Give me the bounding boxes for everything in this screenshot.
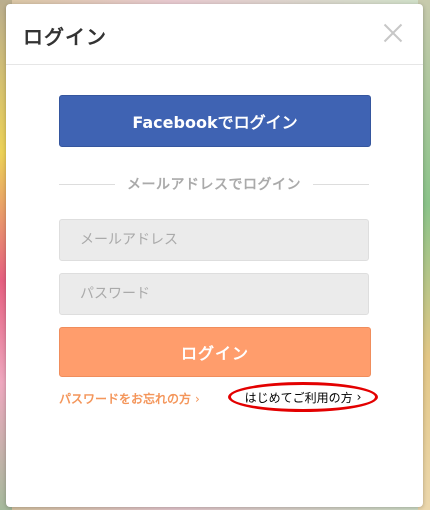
first-time-label: はじめてご利用の方 xyxy=(244,390,353,405)
chevron-right-icon: › xyxy=(195,392,200,406)
password-input[interactable] xyxy=(59,273,369,315)
divider-line-right xyxy=(313,183,369,185)
dialog-title: ログイン xyxy=(23,25,107,49)
forgot-password-label: パスワードをお忘れの方 xyxy=(59,392,192,406)
divider-line-left xyxy=(59,183,115,185)
email-input[interactable] xyxy=(59,219,369,261)
dialog-header: ログイン xyxy=(6,4,423,65)
divider-label: メールアドレスでログイン xyxy=(127,177,301,193)
first-time-user-link[interactable]: はじめてご利用の方 › xyxy=(228,382,378,412)
email-login-divider: メールアドレスでログイン xyxy=(59,174,369,194)
facebook-login-button[interactable]: Facebookでログイン xyxy=(59,95,371,147)
login-button[interactable]: ログイン xyxy=(59,327,371,377)
chevron-right-icon: › xyxy=(356,390,362,404)
close-icon[interactable] xyxy=(383,23,403,43)
forgot-password-link[interactable]: パスワードをお忘れの方 › xyxy=(59,390,200,407)
login-dialog: ログイン Facebookでログイン メールアドレスでログイン ログイン パスワ… xyxy=(6,4,423,507)
